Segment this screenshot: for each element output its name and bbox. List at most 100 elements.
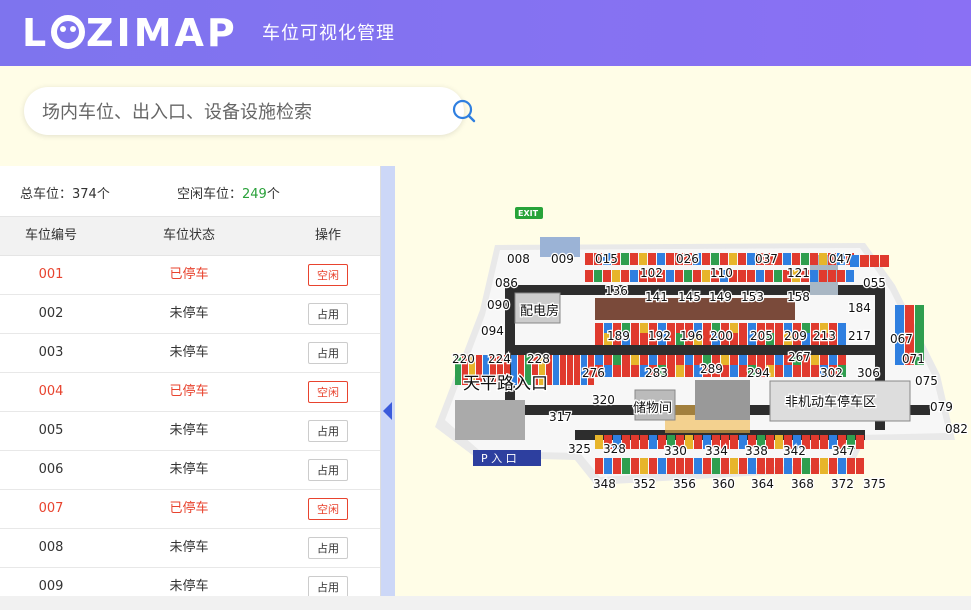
parking-spot[interactable] [730, 435, 738, 449]
parking-spot[interactable] [666, 270, 674, 282]
parking-spot[interactable] [613, 365, 621, 377]
parking-spot[interactable] [567, 355, 573, 385]
parking-spot[interactable] [775, 458, 783, 474]
parking-spot[interactable] [703, 458, 711, 474]
parking-spot[interactable] [828, 270, 836, 282]
parking-spot[interactable] [856, 435, 864, 449]
parking-spot[interactable] [639, 253, 647, 265]
parking-spot[interactable] [585, 253, 593, 265]
parking-spot[interactable] [658, 458, 666, 474]
parking-spot[interactable] [730, 458, 738, 474]
parking-spot[interactable] [829, 458, 837, 474]
parking-spot[interactable] [784, 458, 792, 474]
parking-spot[interactable] [819, 270, 827, 282]
parking-spot[interactable] [640, 435, 648, 449]
parking-spot[interactable] [820, 458, 828, 474]
toggle-status-button[interactable]: 空闲 [308, 498, 348, 520]
panel-divider[interactable] [381, 166, 395, 596]
parking-spot[interactable] [820, 435, 828, 449]
parking-spot[interactable] [622, 458, 630, 474]
parking-spot[interactable] [729, 253, 737, 265]
parking-spot[interactable] [811, 365, 819, 377]
parking-spot[interactable] [694, 458, 702, 474]
parking-spot[interactable] [775, 365, 783, 377]
parking-spot[interactable] [838, 333, 846, 345]
parking-spot[interactable] [811, 435, 819, 449]
parking-spot[interactable] [595, 333, 603, 345]
parking-spot[interactable] [595, 435, 603, 449]
parking-spot[interactable] [694, 435, 702, 449]
parking-map[interactable]: 008 009 015 026 037 047 102 110 121 086 136 141 145 1… [395, 195, 971, 495]
parking-spot[interactable] [604, 365, 612, 377]
parking-spot[interactable] [612, 270, 620, 282]
table-row[interactable]: 009 未停车 占用 [0, 568, 380, 596]
parking-spot[interactable] [720, 253, 728, 265]
toggle-status-button[interactable]: 占用 [308, 420, 348, 442]
table-row[interactable]: 006 未停车 占用 [0, 451, 380, 490]
parking-spot[interactable] [630, 270, 638, 282]
parking-spot[interactable] [793, 458, 801, 474]
parking-spot[interactable] [702, 253, 710, 265]
parking-spot[interactable] [595, 458, 603, 474]
parking-spot[interactable] [666, 253, 674, 265]
parking-spot[interactable] [756, 270, 764, 282]
parking-spot[interactable] [811, 458, 819, 474]
parking-spot[interactable] [766, 458, 774, 474]
parking-spot[interactable] [860, 255, 869, 267]
parking-spot[interactable] [631, 435, 639, 449]
table-row[interactable]: 002 未停车 占用 [0, 295, 380, 334]
toggle-status-button[interactable]: 占用 [308, 576, 348, 596]
table-row[interactable]: 008 未停车 占用 [0, 529, 380, 568]
parking-spot[interactable] [640, 333, 648, 345]
parking-spot[interactable] [802, 458, 810, 474]
parking-spot[interactable] [603, 270, 611, 282]
parking-spot[interactable] [630, 253, 638, 265]
parking-spot[interactable] [604, 458, 612, 474]
parking-spot[interactable] [631, 333, 639, 345]
table-row[interactable]: 005 未停车 占用 [0, 412, 380, 451]
parking-spot[interactable] [657, 253, 665, 265]
search-input[interactable] [40, 95, 434, 129]
parking-spot[interactable] [748, 458, 756, 474]
parking-spot[interactable] [837, 270, 845, 282]
parking-spot[interactable] [621, 253, 629, 265]
parking-spot[interactable] [712, 458, 720, 474]
parking-spot[interactable] [594, 270, 602, 282]
parking-spot[interactable] [676, 458, 684, 474]
parking-spot[interactable] [711, 253, 719, 265]
parking-spot[interactable] [574, 355, 580, 385]
search-icon[interactable] [452, 99, 476, 123]
parking-spot[interactable] [810, 253, 818, 265]
parking-spot[interactable] [640, 458, 648, 474]
toggle-status-button[interactable]: 占用 [308, 459, 348, 481]
toggle-status-button[interactable]: 占用 [308, 342, 348, 364]
parking-spot[interactable] [801, 253, 809, 265]
parking-spot[interactable] [739, 458, 747, 474]
parking-spot[interactable] [621, 270, 629, 282]
parking-spot[interactable] [675, 270, 683, 282]
parking-spot[interactable] [880, 255, 889, 267]
parking-spot[interactable] [757, 458, 765, 474]
parking-spot[interactable] [738, 253, 746, 265]
parking-spot[interactable] [560, 355, 566, 385]
parking-spot[interactable] [738, 270, 746, 282]
parking-spot[interactable] [613, 458, 621, 474]
parking-spot[interactable] [739, 365, 747, 377]
parking-spot[interactable] [810, 270, 818, 282]
parking-spot[interactable] [819, 253, 827, 265]
toggle-status-button[interactable]: 占用 [308, 537, 348, 559]
toggle-status-button[interactable]: 空闲 [308, 381, 348, 403]
search-box[interactable] [24, 87, 476, 135]
table-row[interactable]: 003 未停车 占用 [0, 334, 380, 373]
parking-spot[interactable] [765, 270, 773, 282]
table-row[interactable]: 007 已停车 空闲 [0, 490, 380, 529]
parking-spot[interactable] [784, 365, 792, 377]
parking-spot[interactable] [856, 458, 864, 474]
parking-spot[interactable] [792, 253, 800, 265]
parking-spot[interactable] [649, 435, 657, 449]
parking-spot[interactable] [676, 365, 684, 377]
parking-spot[interactable] [649, 458, 657, 474]
parking-spot[interactable] [702, 270, 710, 282]
parking-spot[interactable] [846, 270, 854, 282]
toggle-status-button[interactable]: 空闲 [308, 264, 348, 286]
